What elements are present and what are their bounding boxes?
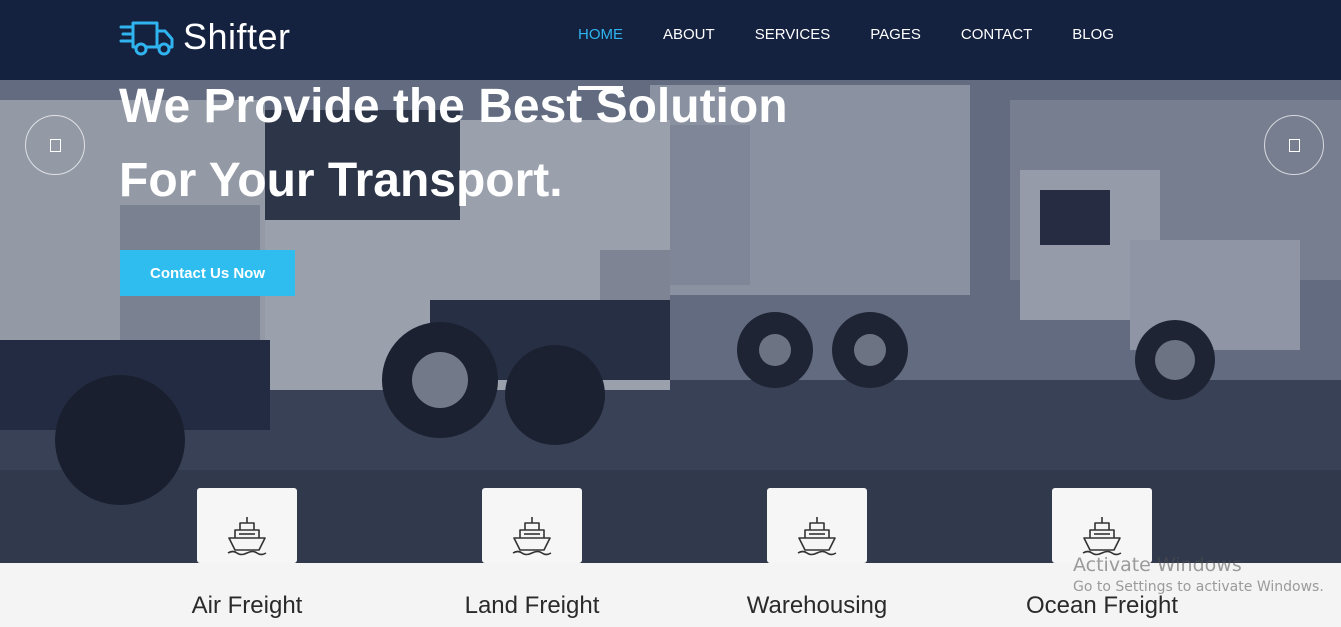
- main-nav: HOME ABOUT SERVICES PAGES CONTACT BLOG: [578, 0, 1154, 90]
- service-label-ocean-freight[interactable]: Ocean Freight: [982, 592, 1222, 620]
- nav-home[interactable]: HOME: [578, 0, 623, 90]
- service-card-ocean-freight[interactable]: [1052, 488, 1152, 563]
- nav-contact[interactable]: CONTACT: [961, 0, 1032, 80]
- service-card-air-freight[interactable]: [197, 488, 297, 563]
- service-label-land-freight[interactable]: Land Freight: [412, 592, 652, 620]
- delivery-truck-icon: [119, 21, 174, 56]
- watermark-title: Activate Windows: [1073, 554, 1242, 576]
- service-label-air-freight[interactable]: Air Freight: [127, 592, 367, 620]
- service-card-warehousing[interactable]: [767, 488, 867, 563]
- ship-icon: [227, 516, 267, 555]
- windows-activation-watermark: Activate Windows Go to Settings to activ…: [1073, 554, 1324, 595]
- watermark-subtitle: Go to Settings to activate Windows.: [1073, 579, 1324, 595]
- slider-next-button[interactable]: [1264, 115, 1324, 175]
- nav-blog[interactable]: BLOG: [1072, 0, 1114, 80]
- service-label-warehousing[interactable]: Warehousing: [697, 592, 937, 620]
- arrow-left-icon: [49, 138, 61, 152]
- top-navbar: Shifter HOME ABOUT SERVICES PAGES CONTAC…: [0, 0, 1341, 90]
- arrow-right-icon: [1288, 138, 1300, 152]
- nav-pages[interactable]: PAGES: [870, 0, 921, 80]
- brand-logo[interactable]: Shifter: [119, 16, 291, 58]
- ship-icon: [512, 516, 552, 555]
- brand-name: Shifter: [183, 16, 291, 57]
- nav-about[interactable]: ABOUT: [663, 0, 715, 80]
- contact-us-button[interactable]: Contact Us Now: [120, 250, 295, 296]
- hero-title-line1: We Provide the Best Solution: [119, 80, 788, 133]
- ship-icon: [797, 516, 837, 555]
- ship-icon: [1082, 516, 1122, 555]
- hero-title: We Provide the Best Solution For Your Tr…: [119, 70, 788, 218]
- hero-title-line2: For Your Transport.: [119, 154, 563, 207]
- slider-prev-button[interactable]: [25, 115, 85, 175]
- nav-services[interactable]: SERVICES: [755, 0, 831, 80]
- service-card-land-freight[interactable]: [482, 488, 582, 563]
